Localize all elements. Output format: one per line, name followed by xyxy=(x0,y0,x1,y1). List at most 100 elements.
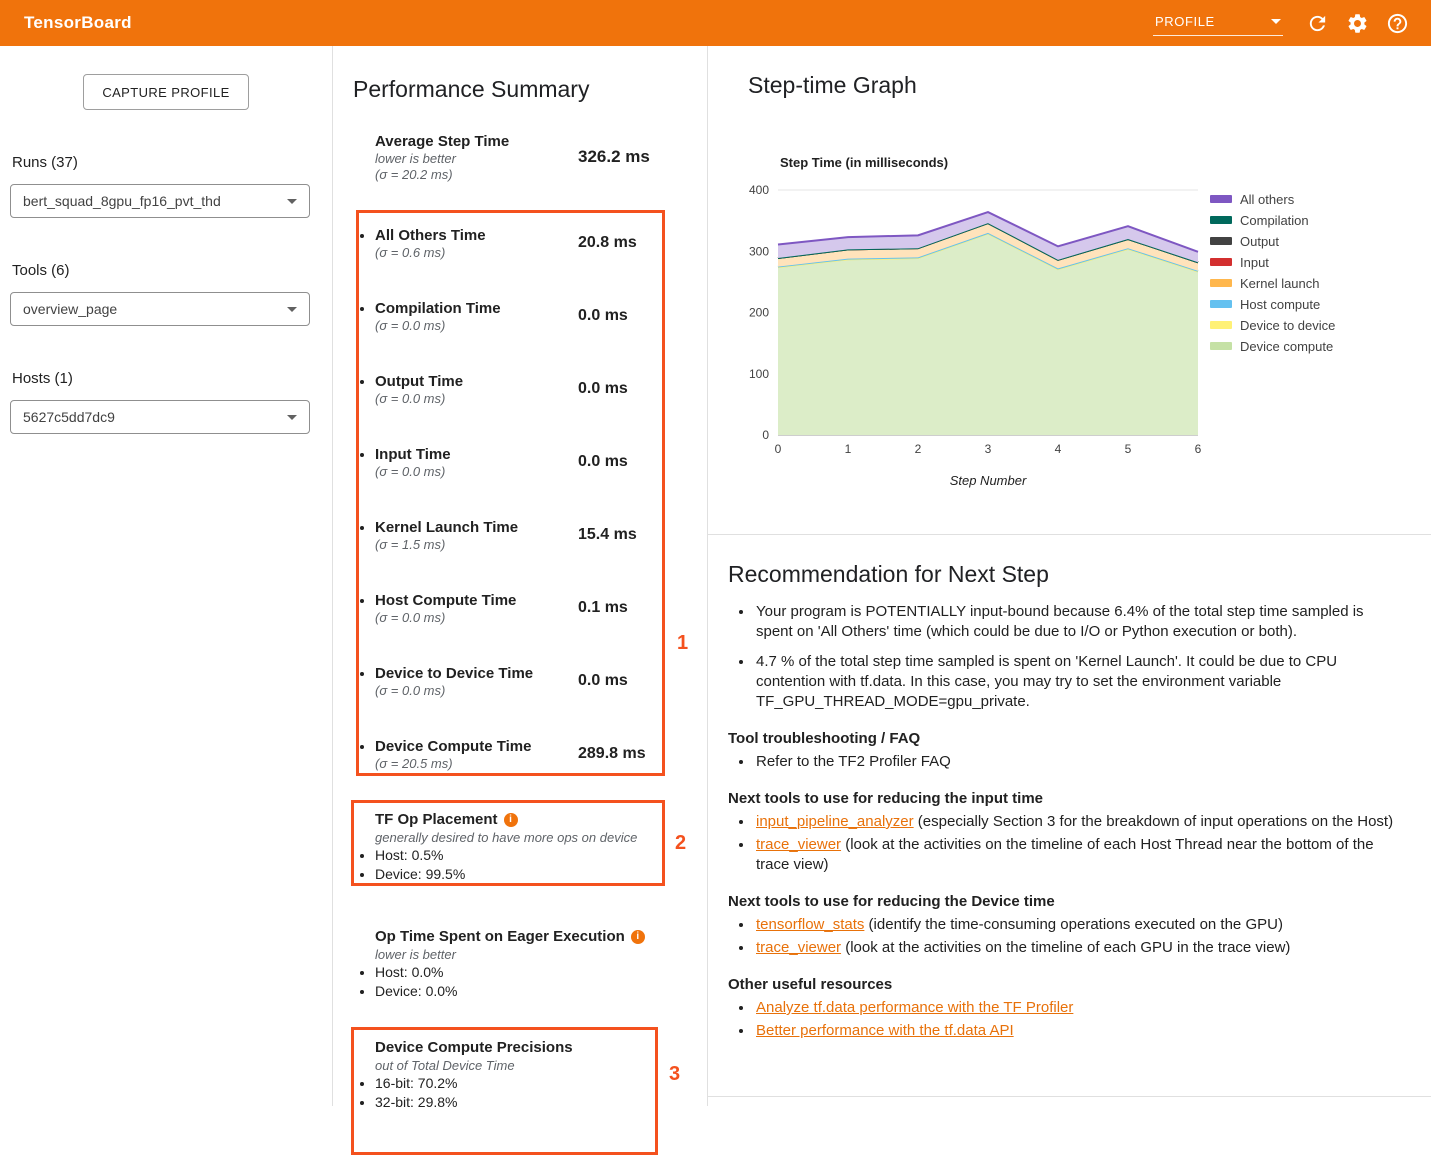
stacked-area-chart: 01002003004000123456Step Number xyxy=(728,178,1208,488)
rec-item: input_pipeline_analyzer (especially Sect… xyxy=(754,812,1401,832)
help-icon xyxy=(1386,12,1409,35)
metrics-list: Average Step Time lower is better (σ = 2… xyxy=(333,133,707,772)
rec-section-heading-device-time: Next tools to use for reducing the Devic… xyxy=(728,892,1401,911)
metric-label: Compilation Time xyxy=(375,300,707,318)
svg-text:0: 0 xyxy=(775,442,782,456)
legend-swatch xyxy=(1210,321,1232,329)
rec-item-text: Refer to the TF2 Profiler FAQ xyxy=(756,753,951,770)
metric-sigma: (σ = 0.0 ms) xyxy=(375,683,707,699)
svg-text:200: 200 xyxy=(749,306,769,320)
runs-select-value: bert_squad_8gpu_fp16_pvt_thd xyxy=(23,193,221,209)
info-icon[interactable]: i xyxy=(504,813,518,827)
link-trace-viewer[interactable]: trace_viewer xyxy=(756,836,841,853)
legend-swatch xyxy=(1210,195,1232,203)
legend-item: Output xyxy=(1210,233,1335,249)
right-panel: Step-time Graph Step Time (in millisecon… xyxy=(708,46,1431,1106)
tf-op-host-item: Host: 0.5% xyxy=(375,846,707,865)
dashboard-selector-value: PROFILE xyxy=(1155,14,1215,29)
rec-item: Analyze tf.data performance with the TF … xyxy=(754,998,1401,1018)
recommendation-bullets: Your program is POTENTIALLY input-bound … xyxy=(728,602,1401,712)
step-time-graph-card: Step-time Graph Step Time (in millisecon… xyxy=(708,46,1431,535)
metric-kernel-launch-time: Kernel Launch Time (σ = 1.5 ms) 15.4 ms xyxy=(333,519,707,553)
block-title-text: Op Time Spent on Eager Execution xyxy=(375,928,625,946)
recommendation-card: Recommendation for Next Step Your progra… xyxy=(708,535,1431,1097)
chevron-down-icon xyxy=(287,415,297,420)
link-analyze-tfdata-performance[interactable]: Analyze tf.data performance with the TF … xyxy=(756,999,1073,1016)
hosts-select[interactable]: 5627c5dd7dc9 xyxy=(10,400,310,434)
legend-label: Device to device xyxy=(1240,318,1335,333)
legend-label: All others xyxy=(1240,192,1294,207)
tools-select-value: overview_page xyxy=(23,301,117,317)
metric-compilation-time: Compilation Time (σ = 0.0 ms) 0.0 ms xyxy=(333,300,707,334)
metric-sigma: (σ = 0.6 ms) xyxy=(375,245,707,261)
metric-device-to-device-time: Device to Device Time (σ = 0.0 ms) 0.0 m… xyxy=(333,665,707,699)
metric-label: Device Compute Time xyxy=(375,738,707,756)
legend-swatch xyxy=(1210,300,1232,308)
hosts-select-value: 5627c5dd7dc9 xyxy=(23,409,115,425)
svg-text:300: 300 xyxy=(749,244,769,258)
link-tensorflow-stats[interactable]: tensorflow_stats xyxy=(756,916,864,933)
metric-average-step-time: Average Step Time lower is better (σ = 2… xyxy=(333,133,707,183)
legend-item: Device compute xyxy=(1210,338,1335,354)
metric-sigma: (σ = 0.0 ms) xyxy=(375,464,707,480)
link-input-pipeline-analyzer[interactable]: input_pipeline_analyzer xyxy=(756,813,914,830)
metric-sigma: (σ = 20.5 ms) xyxy=(375,756,707,772)
metric-note: lower is better xyxy=(375,151,707,167)
metric-value: 0.0 ms xyxy=(578,672,628,690)
rec-item: trace_viewer (look at the activities on … xyxy=(754,835,1401,875)
svg-text:6: 6 xyxy=(1195,442,1202,456)
metric-value: 0.0 ms xyxy=(578,380,628,398)
link-trace-viewer[interactable]: trace_viewer xyxy=(756,939,841,956)
legend-item: All others xyxy=(1210,191,1335,207)
main-layout: CAPTURE PROFILE Runs (37) bert_squad_8gp… xyxy=(0,46,1431,1106)
chart-title: Step Time (in milliseconds) xyxy=(780,155,1208,170)
chevron-down-icon xyxy=(287,307,297,312)
legend-item: Input xyxy=(1210,254,1335,270)
svg-text:4: 4 xyxy=(1055,442,1062,456)
metric-sigma: (σ = 0.0 ms) xyxy=(375,610,707,626)
tools-field: Tools (6) overview_page xyxy=(10,262,332,326)
capture-profile-button[interactable]: CAPTURE PROFILE xyxy=(83,74,248,110)
performance-summary-title: Performance Summary xyxy=(353,76,707,103)
legend-label: Device compute xyxy=(1240,339,1333,354)
metric-label: Average Step Time xyxy=(375,133,707,151)
rec-section-heading-faq: Tool troubleshooting / FAQ xyxy=(728,729,1401,748)
refresh-button[interactable] xyxy=(1297,3,1337,43)
legend-item: Host compute xyxy=(1210,296,1335,312)
tf-op-placement-block: TF Op Placement i generally desired to h… xyxy=(333,811,707,884)
tf-op-placement-title: TF Op Placement i xyxy=(375,811,707,829)
block-title-text: Device Compute Precisions xyxy=(375,1039,573,1057)
runs-select[interactable]: bert_squad_8gpu_fp16_pvt_thd xyxy=(10,184,310,218)
eager-execution-block: Op Time Spent on Eager Execution i lower… xyxy=(333,928,707,1001)
metric-label: Kernel Launch Time xyxy=(375,519,707,537)
svg-text:5: 5 xyxy=(1125,442,1132,456)
rec-section-heading-resources: Other useful resources xyxy=(728,975,1401,994)
chevron-down-icon xyxy=(1271,19,1281,24)
legend-label: Kernel launch xyxy=(1240,276,1320,291)
rec-section-resources-list: Analyze tf.data performance with the TF … xyxy=(728,998,1401,1041)
chart-legend: All others Compilation Output Input Kernel l… xyxy=(1210,191,1335,488)
hosts-label: Hosts (1) xyxy=(12,370,332,387)
eager-execution-title: Op Time Spent on Eager Execution i xyxy=(375,928,707,946)
legend-label: Output xyxy=(1240,234,1279,249)
precision-32bit-item: 32-bit: 29.8% xyxy=(375,1093,707,1112)
metric-host-compute-time: Host Compute Time (σ = 0.0 ms) 0.1 ms xyxy=(333,592,707,626)
link-better-performance-tfdata-api[interactable]: Better performance with the tf.data API xyxy=(756,1022,1014,1039)
legend-label: Compilation xyxy=(1240,213,1309,228)
metric-all-others-time: All Others Time (σ = 0.6 ms) 20.8 ms xyxy=(333,227,707,261)
dashboard-selector[interactable]: PROFILE xyxy=(1153,10,1283,36)
help-button[interactable] xyxy=(1377,3,1417,43)
info-icon[interactable]: i xyxy=(631,930,645,944)
tools-select[interactable]: overview_page xyxy=(10,292,310,326)
metric-sigma: (σ = 1.5 ms) xyxy=(375,537,707,553)
rec-item: Refer to the TF2 Profiler FAQ xyxy=(754,752,1401,772)
tf-op-placement-note: generally desired to have more ops on de… xyxy=(375,829,707,846)
settings-button[interactable] xyxy=(1337,3,1377,43)
runs-field: Runs (37) bert_squad_8gpu_fp16_pvt_thd xyxy=(10,154,332,218)
rec-item-text: (especially Section 3 for the breakdown … xyxy=(914,813,1393,830)
eager-execution-note: lower is better xyxy=(375,946,707,963)
metric-value: 326.2 ms xyxy=(578,147,650,167)
runs-label: Runs (37) xyxy=(12,154,332,171)
rec-section-device-time-list: tensorflow_stats (identify the time-cons… xyxy=(728,915,1401,958)
legend-item: Compilation xyxy=(1210,212,1335,228)
